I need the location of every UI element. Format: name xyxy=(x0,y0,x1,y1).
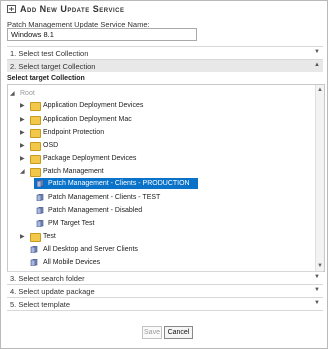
tree-item-label: Package Deployment Devices xyxy=(43,155,137,162)
section-select-template[interactable]: 5. Select template ▼ xyxy=(7,297,323,311)
tree-item-label: Test xyxy=(43,233,56,240)
chevron-down-icon: ▼ xyxy=(314,49,320,55)
collapse-arrow-icon[interactable]: ◢ xyxy=(20,168,26,175)
folder-icon xyxy=(30,116,41,125)
folder-icon xyxy=(30,233,41,242)
expand-arrow-icon[interactable]: ▶ xyxy=(20,155,26,162)
tree-title: Select target Collection xyxy=(7,75,85,82)
tree-item-label: Application Deployment Devices xyxy=(43,102,144,109)
tree-item-label: Patch Management - Disabled xyxy=(48,207,143,214)
section-label: 5. Select template xyxy=(10,300,71,309)
tree-item-label: All Desktop and Server Clients xyxy=(43,246,138,253)
cancel-button[interactable]: Cancel xyxy=(164,326,193,339)
tree-item-patch-management-clients-production[interactable]: Patch Management - Clients - PRODUCTION xyxy=(34,178,198,189)
section-select-search-folder[interactable]: 3. Select search folder ▼ xyxy=(7,271,323,284)
collection-icon xyxy=(30,259,38,266)
section-select-target-collection[interactable]: 2. Select target Collection ▲ xyxy=(7,59,323,72)
collection-icon xyxy=(30,246,38,253)
chevron-down-icon: ▼ xyxy=(314,287,320,293)
collection-icon xyxy=(36,180,44,187)
collapse-arrow-icon[interactable]: ◢ xyxy=(10,90,16,97)
section-select-update-package[interactable]: 4. Select update package ▼ xyxy=(7,284,323,297)
folder-icon xyxy=(30,142,41,151)
folder-icon xyxy=(30,168,41,177)
tree-item-label: Patch Management xyxy=(43,168,104,175)
save-button[interactable]: Save xyxy=(142,326,162,339)
chevron-down-icon: ▼ xyxy=(314,274,320,280)
tree-item-label: Patch Management - Clients - TEST xyxy=(48,194,161,201)
scroll-down-icon[interactable]: ▼ xyxy=(317,263,323,269)
section-select-test-collection[interactable]: 1. Select test Collection ▼ xyxy=(7,46,323,59)
expand-arrow-icon[interactable]: ▶ xyxy=(20,129,26,136)
scroll-up-icon[interactable]: ▲ xyxy=(317,87,323,93)
tree-item-label: Endpoint Protection xyxy=(43,129,105,136)
expand-arrow-icon[interactable]: ▶ xyxy=(20,102,26,109)
collection-tree: ◢ Root ▶ Application Deployment Devices … xyxy=(7,84,325,272)
expand-arrow-icon[interactable]: ▶ xyxy=(20,142,26,149)
tree-scrollbar[interactable]: ▲ ▼ xyxy=(315,85,324,271)
folder-icon xyxy=(30,129,41,138)
section-label: 3. Select search folder xyxy=(10,274,85,283)
folder-icon xyxy=(30,155,41,164)
collection-icon xyxy=(36,207,44,214)
tree-item-label: Application Deployment Mac xyxy=(43,116,132,123)
tree-item-label: OSD xyxy=(43,142,59,149)
collection-icon xyxy=(36,220,44,227)
tree-item-label: Patch Management - Clients - PRODUCTION xyxy=(48,179,190,187)
tree-root-label: Root xyxy=(20,90,35,97)
section-label: 2. Select target Collection xyxy=(10,62,96,71)
folder-icon xyxy=(30,102,41,111)
title-bar: Add New Update Service xyxy=(1,1,327,17)
add-service-icon xyxy=(7,5,16,13)
collection-icon xyxy=(36,194,44,201)
section-label: 4. Select update package xyxy=(10,287,95,296)
tree-item-label: All Mobile Devices xyxy=(43,259,101,266)
chevron-up-icon: ▲ xyxy=(314,62,320,68)
expand-arrow-icon[interactable]: ▶ xyxy=(20,233,26,240)
tree-item-label: PM Target Test xyxy=(48,220,95,227)
chevron-down-icon: ▼ xyxy=(314,300,320,306)
service-name-input[interactable] xyxy=(7,28,197,41)
add-update-service-dialog: Add New Update Service Patch Management … xyxy=(0,0,328,349)
expand-arrow-icon[interactable]: ▶ xyxy=(20,116,26,123)
dialog-title: Add New Update Service xyxy=(20,4,125,14)
section-label: 1. Select test Collection xyxy=(10,49,89,58)
